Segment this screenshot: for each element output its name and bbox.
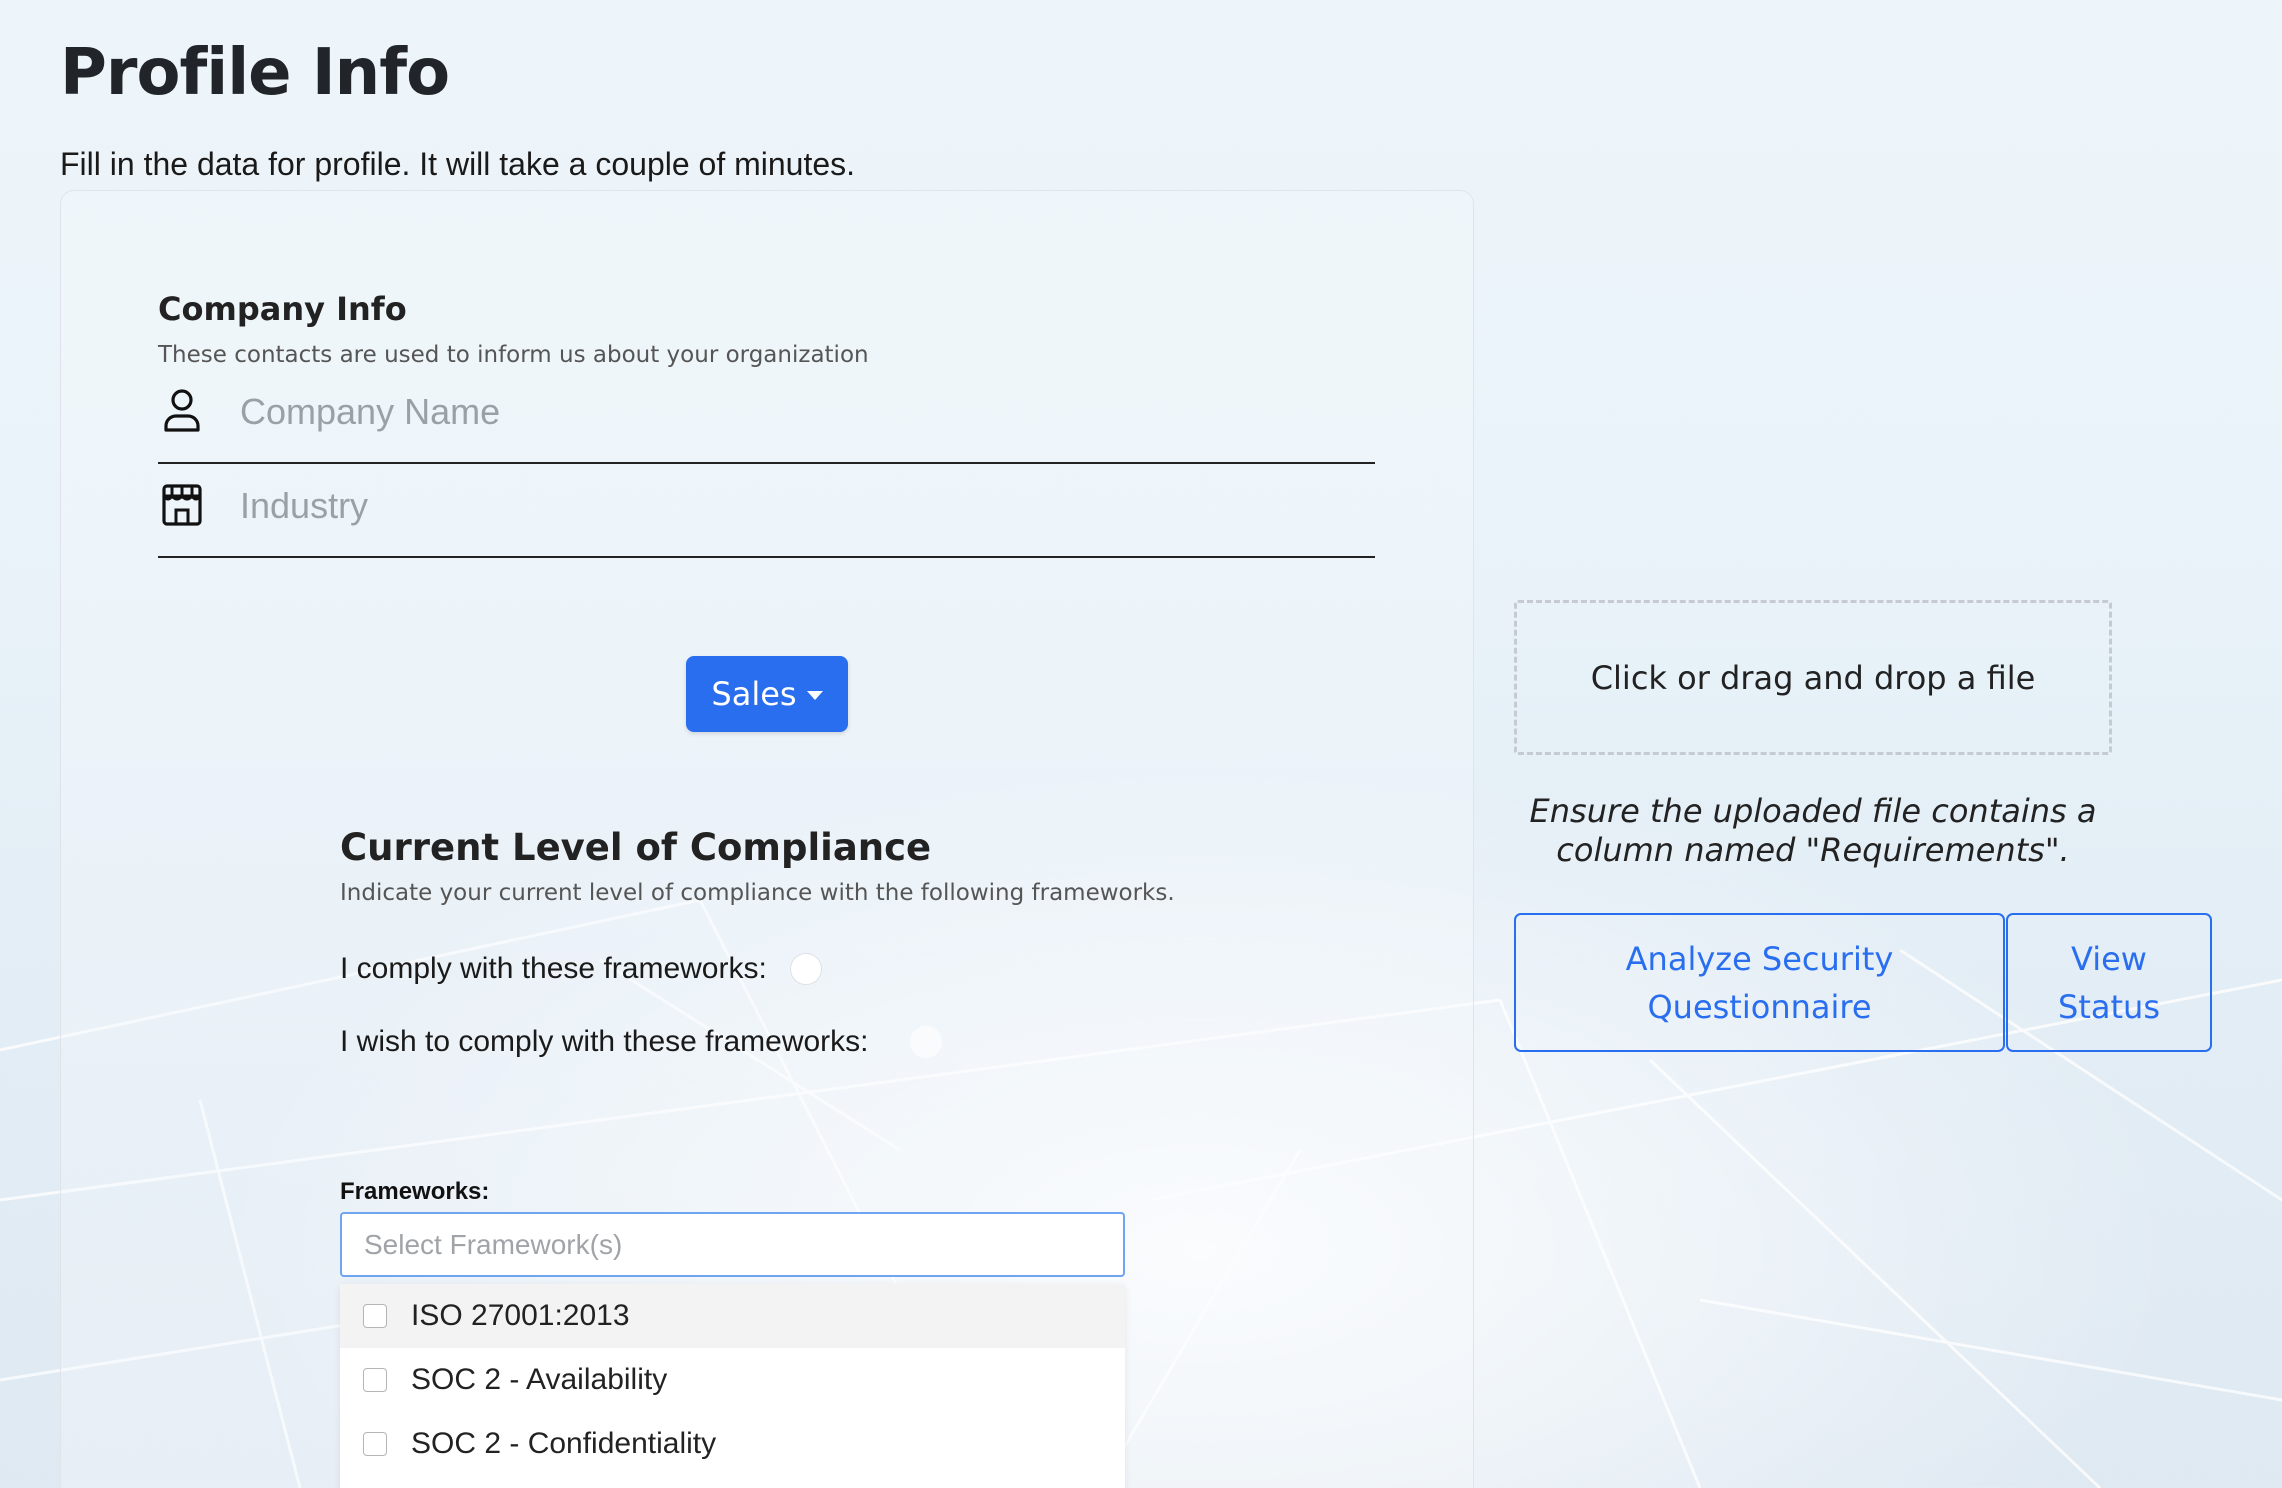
company-name-field bbox=[158, 372, 1375, 464]
dropzone-text: Click or drag and drop a file bbox=[1590, 658, 2036, 697]
checkbox[interactable] bbox=[363, 1368, 387, 1392]
checkbox[interactable] bbox=[363, 1432, 387, 1456]
industry-input[interactable] bbox=[240, 476, 1340, 536]
company-info-description: These contacts are used to inform us abo… bbox=[158, 342, 869, 368]
page-title: Profile Info bbox=[60, 36, 450, 110]
view-status-button[interactable]: View Status bbox=[2006, 913, 2212, 1052]
compliance-title: Current Level of Compliance bbox=[340, 826, 932, 869]
upload-requirements-note: Ensure the uploaded file contains a colu… bbox=[1529, 792, 2097, 869]
page-subtitle: Fill in the data for profile. It will ta… bbox=[60, 146, 856, 182]
framework-option[interactable]: SOC 2 - Confidentiality bbox=[340, 1412, 1125, 1476]
framework-option-label: SOC 2 - Confidentiality bbox=[411, 1427, 717, 1460]
frameworks-label: Frameworks: bbox=[340, 1178, 490, 1205]
department-dropdown-label: Sales bbox=[711, 675, 797, 713]
wish-comply-radio[interactable] bbox=[910, 1026, 942, 1058]
analyze-questionnaire-button[interactable]: Analyze Security Questionnaire bbox=[1514, 913, 2005, 1052]
building-icon bbox=[162, 484, 202, 526]
checkbox[interactable] bbox=[363, 1304, 387, 1328]
company-name-input[interactable] bbox=[240, 382, 1340, 442]
person-icon bbox=[164, 389, 200, 432]
framework-option-label: ISO 27001:2013 bbox=[411, 1299, 630, 1332]
frameworks-select-input[interactable] bbox=[340, 1212, 1125, 1277]
comply-option-label: I comply with these frameworks: bbox=[340, 952, 767, 985]
file-dropzone[interactable]: Click or drag and drop a file bbox=[1514, 600, 2112, 755]
comply-radio[interactable] bbox=[790, 953, 822, 985]
department-dropdown-button[interactable]: Sales bbox=[686, 656, 848, 732]
company-info-title: Company Info bbox=[158, 290, 407, 328]
industry-field bbox=[158, 466, 1375, 558]
wish-comply-option-label: I wish to comply with these frameworks: bbox=[340, 1025, 869, 1058]
caret-down-icon bbox=[806, 690, 823, 700]
view-status-label: View Status bbox=[2058, 939, 2160, 1026]
framework-option[interactable]: ISO 27001:2013 bbox=[340, 1284, 1125, 1348]
analyze-questionnaire-label: Analyze Security Questionnaire bbox=[1625, 939, 1894, 1026]
compliance-description: Indicate your current level of complianc… bbox=[340, 880, 1175, 906]
frameworks-dropdown-menu: ISO 27001:2013 SOC 2 - Availability SOC … bbox=[340, 1284, 1125, 1488]
framework-option[interactable]: SOC 2 - Availability bbox=[340, 1348, 1125, 1412]
framework-option-label: SOC 2 - Availability bbox=[411, 1363, 668, 1396]
